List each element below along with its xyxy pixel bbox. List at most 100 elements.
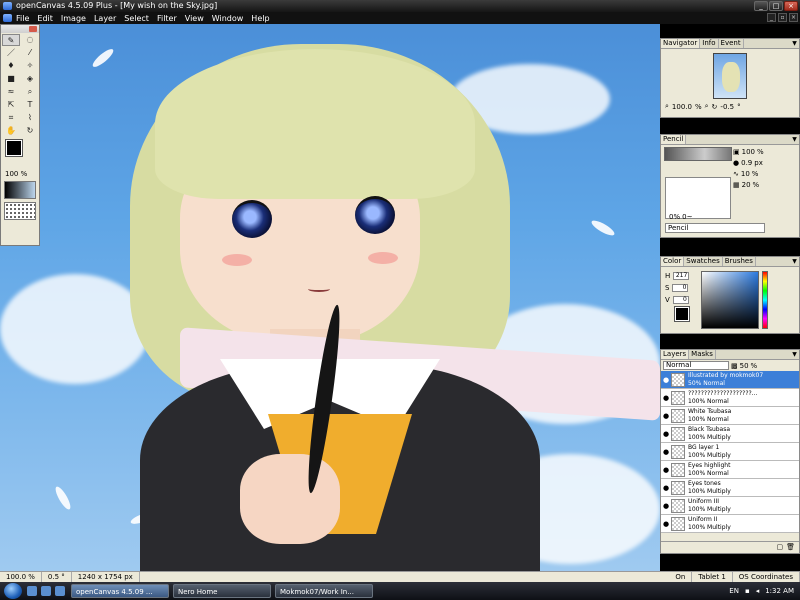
quicklaunch-icon[interactable] [27,586,37,596]
tool-palette-header[interactable] [1,25,39,33]
v-input[interactable]: 0 [672,296,689,304]
panel-menu-icon[interactable]: ▼ [790,257,799,266]
visibility-eye-icon[interactable]: ● [661,430,671,438]
close-button[interactable]: × [784,1,798,11]
move-tool-icon[interactable]: ⇱ [2,99,20,111]
delete-layer-icon[interactable]: 🗑 [786,543,795,552]
tab-layers[interactable]: Layers [661,350,690,359]
tab-brushes[interactable]: Brushes [723,257,756,266]
quicklaunch-icon[interactable] [41,586,51,596]
drawing-canvas[interactable] [0,24,660,571]
new-layer-icon[interactable]: ▢ [776,543,783,552]
zoom-tool-icon[interactable]: ⌕ [21,86,39,98]
doc-minimize-button[interactable]: _ [767,13,776,22]
pattern-preview[interactable] [4,202,36,220]
hand-tool-icon[interactable]: ✋ [2,125,20,137]
taskbar-item-opencanvas[interactable]: openCanvas 4.5.09 ... [71,584,169,598]
gradient-preview[interactable] [4,181,36,199]
tab-event[interactable]: Event [719,39,744,48]
saturation-value-picker[interactable] [701,271,759,329]
doc-restore-button[interactable]: ▫ [778,13,787,22]
minimize-button[interactable]: _ [754,1,768,11]
eyedropper-tool-icon[interactable]: ⌇ [21,112,39,124]
brush-tool-icon[interactable]: ／ [2,47,20,59]
doc-close-button[interactable]: × [789,13,798,22]
menu-help[interactable]: Help [251,14,269,23]
tab-info[interactable]: Info [700,39,719,48]
network-icon[interactable]: ▪ [745,587,750,595]
tab-pencil[interactable]: Pencil [661,135,687,144]
s-input[interactable]: 0 [672,284,689,292]
layer-row[interactable]: ● Uniform III 100% Multiply [661,497,799,515]
fill-tool-icon[interactable]: ♦ [2,60,20,72]
smudge-tool-icon[interactable]: ≈ [2,86,20,98]
menu-edit[interactable]: Edit [37,14,53,23]
menu-window[interactable]: Window [212,14,244,23]
menu-filter[interactable]: Filter [157,14,177,23]
tab-color[interactable]: Color [661,257,685,266]
panel-menu-icon[interactable]: ▼ [790,135,799,144]
visibility-eye-icon[interactable]: ● [661,448,671,456]
brush-name-field[interactable]: Pencil [665,223,765,233]
language-indicator[interactable]: EN [729,587,739,595]
tool-palette-close-button[interactable] [29,26,37,32]
airbrush-tool-icon[interactable]: ⁄ [21,47,39,59]
tab-navigator[interactable]: Navigator [661,39,701,48]
rectangle-select-icon[interactable]: ■ [2,73,20,85]
pencil-row4[interactable]: 20 [742,181,751,189]
navigator-zoom[interactable]: 100.0 [672,103,692,111]
menu-image[interactable]: Image [61,14,86,23]
magic-wand-icon[interactable]: ✧ [21,60,39,72]
visibility-eye-icon[interactable]: ● [661,502,671,510]
panel-menu-icon[interactable]: ▼ [790,39,799,48]
navigator-rotation[interactable]: -0.5 [720,103,734,111]
quicklaunch-icon[interactable] [55,586,65,596]
zoom-in-icon[interactable]: ⌕ [705,102,709,111]
layer-row[interactable]: ● BG layer 1 100% Multiply [661,443,799,461]
text-tool-icon[interactable]: T [21,99,39,111]
layer-row[interactable]: ● Eyes tones 100% Multiply [661,479,799,497]
menu-select[interactable]: Select [124,14,149,23]
menu-file[interactable]: File [16,14,29,23]
color-swatch[interactable] [4,139,36,168]
navigator-thumbnail[interactable] [713,53,747,99]
tab-swatches[interactable]: Swatches [684,257,723,266]
hue-slider[interactable] [762,271,768,329]
start-button[interactable] [4,583,22,599]
rotate-icon[interactable]: ↻ [712,103,718,111]
visibility-eye-icon[interactable]: ● [661,412,671,420]
maximize-button[interactable]: □ [769,1,783,11]
menu-view[interactable]: View [185,14,204,23]
panel-menu-icon[interactable]: ▼ [790,350,799,359]
clock[interactable]: 1:32 AM [765,587,794,595]
visibility-eye-icon[interactable]: ● [661,466,671,474]
rotate-tool-icon[interactable]: ↻ [21,125,39,137]
layer-opacity[interactable]: 50 [740,362,749,370]
lasso-tool-icon[interactable]: ◌ [21,34,39,46]
menu-layer[interactable]: Layer [94,14,116,23]
blend-mode-select[interactable]: Normal [663,361,729,370]
visibility-eye-icon[interactable]: ● [661,394,671,402]
tab-masks[interactable]: Masks [689,350,716,359]
taskbar-item-nero[interactable]: Nero Home [173,584,271,598]
layer-row[interactable]: ● Black Tsubasa 100% Multiply [661,425,799,443]
layer-row[interactable]: ● Illustrated by mokmok07 50% Normal [661,371,799,389]
foreground-color[interactable] [5,139,23,157]
layer-row[interactable]: ● White Tsubasa 100% Normal [661,407,799,425]
pencil-size[interactable]: 0.9 [741,159,752,167]
visibility-eye-icon[interactable]: ● [661,376,671,384]
h-input[interactable]: 217 [673,272,690,280]
shape-tool-icon[interactable]: ◈ [21,73,39,85]
zoom-out-icon[interactable]: ⌕ [665,102,669,111]
pencil-row3[interactable]: 10 [741,170,750,178]
visibility-eye-icon[interactable]: ● [661,484,671,492]
layer-row[interactable]: ● Eyes highlight 100% Normal [661,461,799,479]
layer-row[interactable]: ● Uniform II 100% Multiply [661,515,799,533]
layer-row[interactable]: ● ????????????????????... 100% Normal [661,389,799,407]
crop-tool-icon[interactable]: ⌗ [2,112,20,124]
pen-tool-icon[interactable]: ✎ [2,34,20,46]
pencil-opacity[interactable]: 100 [742,148,755,156]
volume-icon[interactable]: ◂ [756,587,760,595]
panel-foreground-color[interactable] [674,306,690,322]
visibility-eye-icon[interactable]: ● [661,520,671,528]
